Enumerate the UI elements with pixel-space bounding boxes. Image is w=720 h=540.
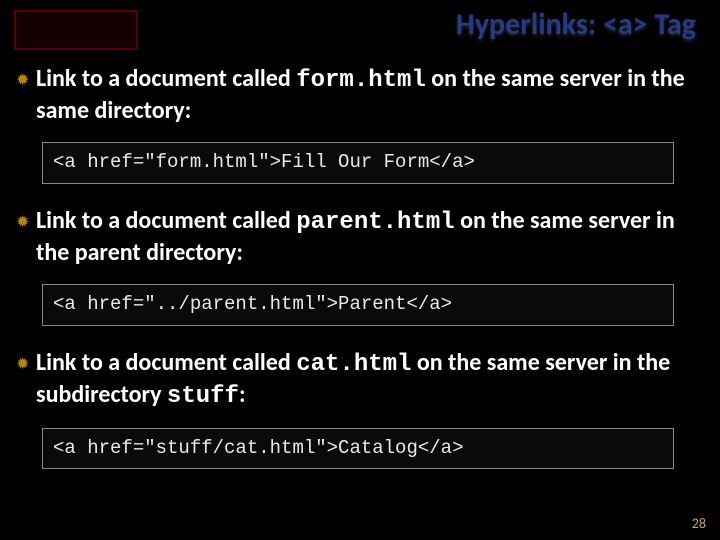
bullet-icon: ✹ bbox=[16, 206, 36, 238]
inline-code: form.html bbox=[296, 67, 426, 94]
bullet-item: ✹ Link to a document called parent.html … bbox=[16, 206, 700, 326]
code-snippet: <a href="stuff/cat.html">Catalog</a> bbox=[42, 428, 674, 470]
page-number: 28 bbox=[692, 515, 706, 532]
inline-code: cat.html bbox=[296, 351, 411, 378]
bullet-item: ✹ Link to a document called cat.html on … bbox=[16, 348, 700, 470]
code-snippet: <a href="form.html">Fill Our Form</a> bbox=[42, 142, 674, 184]
text-pre: Link to a document called bbox=[36, 206, 296, 235]
text-tail: : bbox=[239, 380, 246, 409]
bullet-item: ✹ Link to a document called form.html on… bbox=[16, 64, 700, 184]
inline-code: parent.html bbox=[296, 209, 454, 236]
inline-code: stuff bbox=[167, 383, 239, 410]
bullet-text: Link to a document called cat.html on th… bbox=[36, 348, 700, 412]
bullet-text: Link to a document called form.html on t… bbox=[36, 64, 700, 126]
slide-title: Hyperlinks: <a> Tag bbox=[456, 6, 696, 43]
logo-placeholder bbox=[14, 10, 138, 50]
bullet-icon: ✹ bbox=[16, 348, 36, 380]
text-pre: Link to a document called bbox=[36, 64, 296, 93]
bullet-text: Link to a document called parent.html on… bbox=[36, 206, 700, 268]
slide-content: ✹ Link to a document called form.html on… bbox=[16, 64, 700, 491]
bullet-icon: ✹ bbox=[16, 64, 36, 96]
text-pre: Link to a document called bbox=[36, 348, 296, 377]
code-snippet: <a href="../parent.html">Parent</a> bbox=[42, 284, 674, 326]
